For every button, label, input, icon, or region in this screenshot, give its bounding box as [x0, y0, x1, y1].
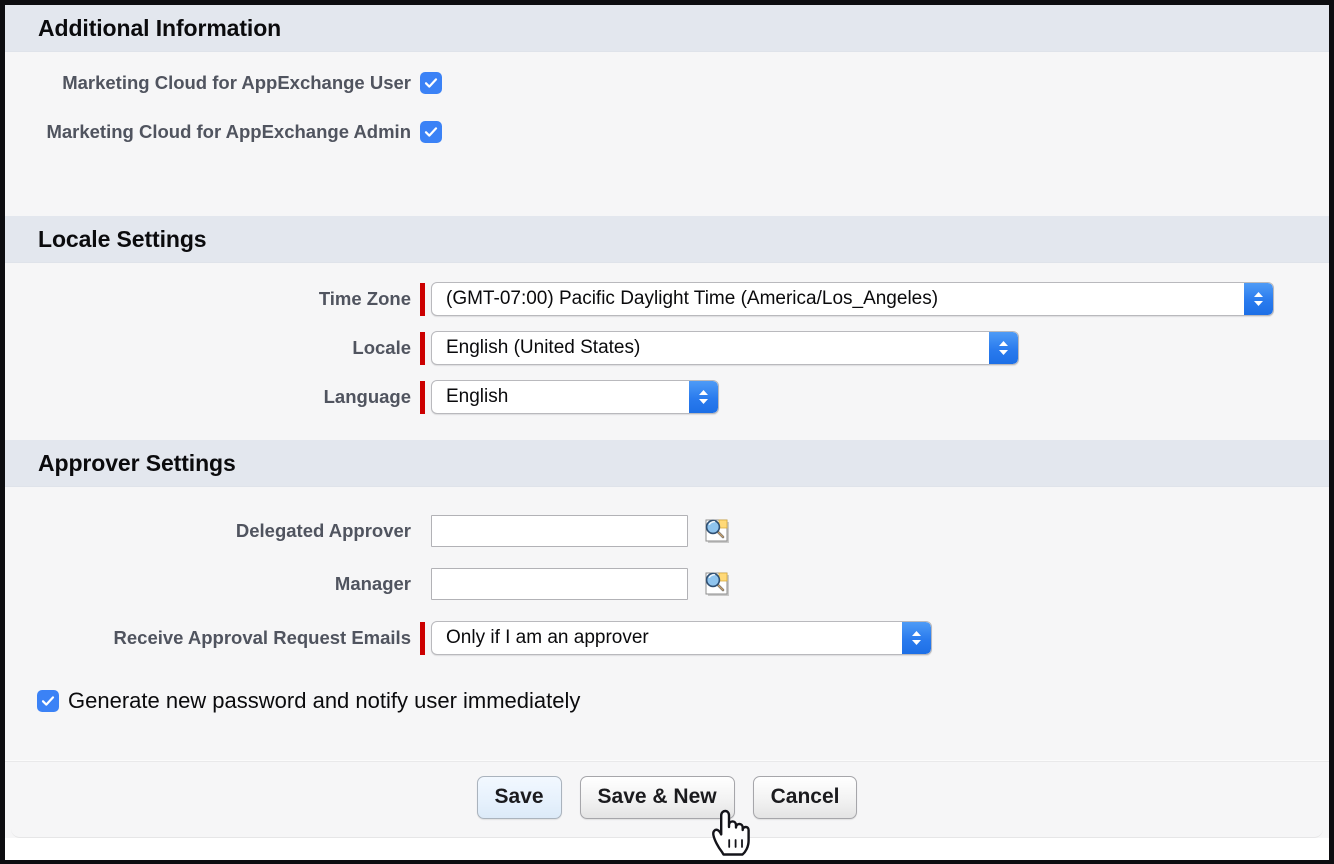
select-time-zone[interactable]: (GMT-07:00) Pacific Daylight Time (Ameri… — [431, 282, 1274, 316]
section-title: Locale Settings — [38, 225, 207, 252]
window-border-right — [1329, 0, 1334, 864]
field-label-receive-approval-request-emails: Receive Approval Request Emails — [113, 627, 412, 648]
field-row-manager: Manager — [5, 568, 1329, 600]
user-edit-form-panel: Additional Information Marketing Cloud f… — [5, 5, 1329, 860]
checkbox-marketing-cloud-appexchange-user[interactable] — [420, 72, 442, 94]
checkbox-marketing-cloud-appexchange-admin[interactable] — [420, 121, 442, 143]
lookup-search-icon-delegated-approver[interactable] — [702, 516, 732, 546]
page-bottom-whitespace — [5, 838, 1329, 860]
required-marker-time-zone — [420, 282, 425, 316]
field-row-locale: Locale English (United States) — [5, 331, 1329, 365]
form-button-bar: Save Save & New Cancel — [5, 762, 1329, 819]
section-title: Additional Information — [38, 14, 282, 41]
section-header-locale-settings: Locale Settings — [5, 216, 1329, 263]
field-row-marketing-cloud-admin: Marketing Cloud for AppExchange Admin — [5, 118, 1329, 145]
field-label-marketing-cloud-user: Marketing Cloud for AppExchange User — [62, 72, 411, 93]
checkmark-icon — [424, 127, 438, 137]
stepper-up-down-icon[interactable] — [1244, 283, 1273, 315]
select-receive-approval-request-emails[interactable]: Only if I am an approver — [431, 621, 932, 655]
checkmark-icon — [41, 696, 55, 706]
screenshot-root: Additional Information Marketing Cloud f… — [0, 0, 1334, 864]
field-row-receive-approval-request-emails: Receive Approval Request Emails Only if … — [5, 621, 1329, 655]
field-label-manager: Manager — [334, 573, 411, 594]
section-header-additional-information: Additional Information — [5, 5, 1329, 52]
select-language[interactable]: English — [431, 380, 719, 414]
required-marker-language — [420, 380, 425, 414]
field-row-time-zone: Time Zone (GMT-07:00) Pacific Daylight T… — [5, 282, 1329, 316]
generate-password-row: Generate new password and notify user im… — [5, 688, 1329, 714]
field-label-delegated-approver: Delegated Approver — [235, 520, 411, 541]
select-receive-approval-request-emails-value: Only if I am an approver — [446, 627, 649, 648]
select-locale[interactable]: English (United States) — [431, 331, 1019, 365]
select-language-value: English — [446, 386, 509, 407]
section-body-additional-information: Marketing Cloud for AppExchange User Mar… — [5, 52, 1329, 216]
field-row-delegated-approver: Delegated Approver — [5, 515, 1329, 547]
field-label-time-zone: Time Zone — [318, 288, 411, 309]
input-delegated-approver[interactable] — [431, 515, 688, 547]
required-marker-receive-approval-request-emails — [420, 621, 425, 655]
checkbox-generate-new-password[interactable] — [37, 690, 59, 712]
field-label-language: Language — [323, 386, 411, 407]
select-locale-value: English (United States) — [446, 337, 641, 358]
field-label-marketing-cloud-admin: Marketing Cloud for AppExchange Admin — [46, 121, 411, 142]
stepper-up-down-icon[interactable] — [689, 381, 718, 413]
section-title: Approver Settings — [38, 449, 236, 476]
field-label-locale: Locale — [352, 337, 411, 358]
field-row-language: Language English — [5, 380, 1329, 414]
input-manager[interactable] — [431, 568, 688, 600]
section-body-locale-settings: Time Zone (GMT-07:00) Pacific Daylight T… — [5, 263, 1329, 440]
checkmark-icon — [424, 78, 438, 88]
window-border-bottom — [0, 860, 1334, 864]
lookup-search-icon-manager[interactable] — [702, 569, 732, 599]
stepper-up-down-icon[interactable] — [902, 622, 931, 654]
save-and-new-button[interactable]: Save & New — [579, 776, 735, 819]
select-time-zone-value: (GMT-07:00) Pacific Daylight Time (Ameri… — [446, 288, 939, 309]
section-body-approver-settings: Delegated Approver Manager Receive Appro… — [5, 487, 1329, 760]
stepper-up-down-icon[interactable] — [989, 332, 1018, 364]
panel-bottom-edge — [11, 825, 1323, 838]
cancel-button[interactable]: Cancel — [752, 776, 858, 819]
field-row-marketing-cloud-user: Marketing Cloud for AppExchange User — [5, 69, 1329, 96]
save-button[interactable]: Save — [476, 776, 562, 819]
generate-password-label: Generate new password and notify user im… — [68, 688, 581, 713]
required-marker-locale — [420, 331, 425, 365]
section-header-approver-settings: Approver Settings — [5, 440, 1329, 487]
